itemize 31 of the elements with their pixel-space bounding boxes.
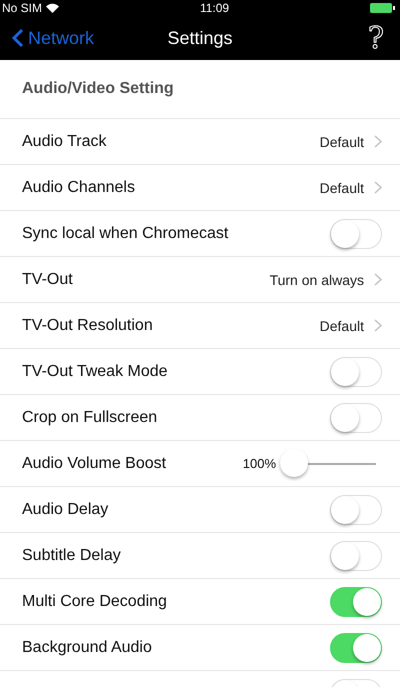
slider-reading: 100%	[242, 456, 276, 471]
setting-label: Audio Delay	[22, 500, 110, 518]
setting-value: Default	[320, 318, 364, 334]
slider-thumb[interactable]	[280, 448, 308, 476]
chevron-icon	[374, 273, 382, 286]
screen-title: Settings	[167, 28, 233, 48]
setting-label: Subtitle Delay	[22, 546, 122, 564]
chevron-icon	[374, 319, 382, 332]
chevron-icon	[374, 181, 382, 194]
setting-label: Audio Volume Boost	[22, 454, 168, 472]
setting-label: TV-Out Tweak Mode	[22, 362, 169, 380]
battery-icon	[370, 3, 396, 13]
setting-label: Sync local when Chromecast	[22, 224, 230, 242]
setting-label: Audio Channels	[22, 178, 136, 196]
setting-label: TV-Out Resolution	[22, 316, 154, 334]
time-text: 11:09	[200, 1, 230, 15]
back-button[interactable]: Network	[12, 28, 94, 48]
back-chevron-icon	[12, 28, 24, 48]
section-header: Audio/Video Setting	[0, 60, 400, 119]
wifi-icon	[46, 3, 60, 13]
setting-value: Default	[320, 180, 364, 196]
carrier-text: No SIM	[2, 1, 42, 15]
help-button[interactable]: ?	[364, 20, 388, 56]
setting-label: TV-Out	[22, 270, 74, 288]
chevron-icon	[374, 135, 382, 148]
setting-label: Audio Track	[22, 132, 108, 150]
setting-value: Default	[320, 134, 364, 150]
setting-label: Crop on Fullscreen	[22, 408, 158, 426]
setting-value: Turn on always	[270, 272, 364, 288]
setting-label: Multi Core Decoding	[22, 592, 168, 610]
setting-label: Background Audio	[22, 638, 153, 656]
